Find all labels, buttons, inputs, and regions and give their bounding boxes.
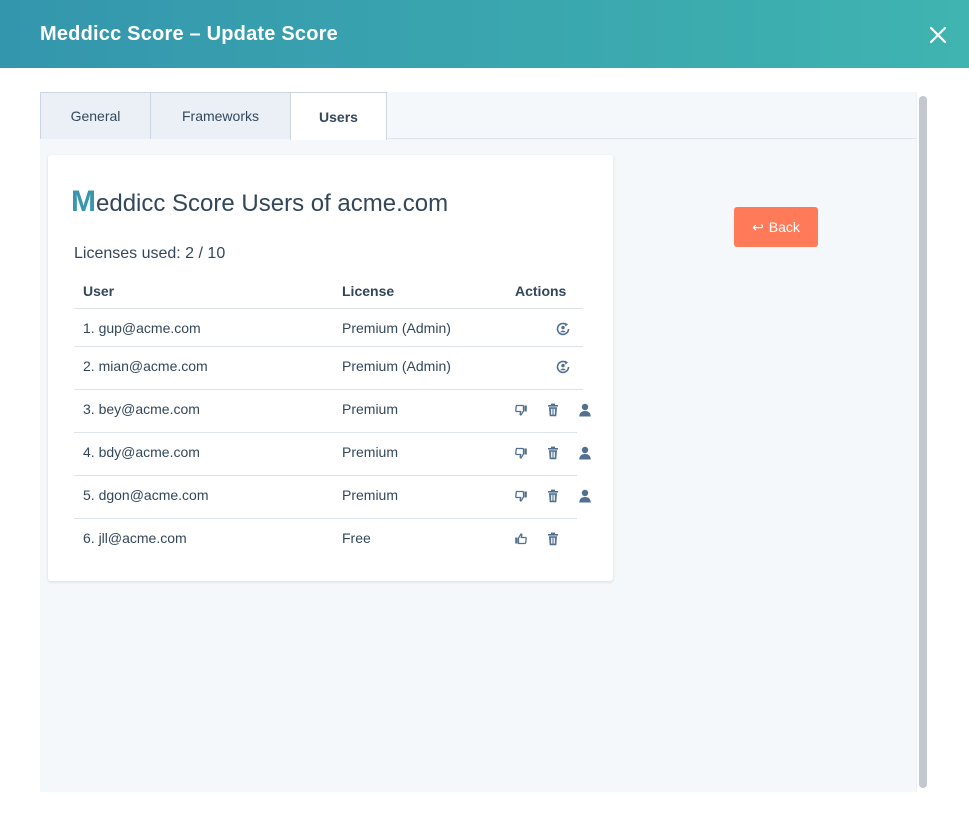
tab-divider <box>388 138 916 139</box>
user-email: 2. mian@acme.com <box>83 358 208 374</box>
column-header-user: User <box>83 283 115 299</box>
user-license: Premium <box>342 401 399 417</box>
user-license: Premium <box>342 444 399 460</box>
column-header-actions: Actions <box>515 283 567 299</box>
table-row: 2. mian@acme.com Premium (Admin) <box>74 347 583 390</box>
users-card: Meddicc Score Users of acme.com Licenses… <box>48 155 613 581</box>
table-row: 1. gup@acme.com Premium (Admin) <box>74 309 583 347</box>
user-license: Premium (Admin) <box>342 358 451 374</box>
trash-icon[interactable] <box>545 402 561 418</box>
switch-user-icon[interactable] <box>555 321 571 337</box>
table-row: 4. bdy@acme.com Premium <box>74 433 591 476</box>
back-button-label: Back <box>768 219 800 235</box>
table-row: 5. dgon@acme.com Premium <box>74 476 591 519</box>
user-email: 5. dgon@acme.com <box>83 487 209 503</box>
user-email: 3. bey@acme.com <box>83 401 200 417</box>
thumbs-down-icon[interactable] <box>513 445 529 461</box>
thumbs-down-icon[interactable] <box>513 488 529 504</box>
card-title: Meddicc Score Users of acme.com <box>71 185 448 219</box>
user-email: 6. jll@acme.com <box>83 530 187 546</box>
user-email: 1. gup@acme.com <box>83 320 201 336</box>
tab-frameworks[interactable]: Frameworks <box>150 92 291 139</box>
trash-icon[interactable] <box>545 445 561 461</box>
user-email: 4. bdy@acme.com <box>83 444 200 460</box>
users-table: User License Actions 1. gup@acme.com Pre… <box>74 277 591 562</box>
back-button[interactable]: ↩ Back <box>734 207 818 247</box>
tab-bar: General Frameworks Users <box>40 92 387 140</box>
switch-user-icon[interactable] <box>555 359 571 375</box>
user-icon[interactable] <box>577 488 593 504</box>
table-row: 6. jll@acme.com Free <box>74 519 583 562</box>
licenses-used: Licenses used: 2 / 10 <box>74 245 226 262</box>
close-icon <box>929 26 947 44</box>
thumbs-down-icon[interactable] <box>513 402 529 418</box>
tab-users[interactable]: Users <box>290 92 387 140</box>
dialog-header: Meddicc Score – Update Score <box>0 0 969 68</box>
user-license: Free <box>342 530 371 546</box>
dialog-title: Meddicc Score – Update Score <box>40 23 338 45</box>
table-header: User License Actions <box>74 277 583 309</box>
thumbs-up-icon[interactable] <box>513 531 529 547</box>
return-arrow-icon: ↩ <box>752 218 764 235</box>
close-button[interactable] <box>924 21 952 49</box>
scrollbar-thumb[interactable] <box>919 96 927 788</box>
trash-icon[interactable] <box>545 488 561 504</box>
user-license: Premium <box>342 487 399 503</box>
user-icon[interactable] <box>577 445 593 461</box>
trash-icon[interactable] <box>545 531 561 547</box>
user-icon[interactable] <box>577 402 593 418</box>
brand-initial: M <box>71 185 96 218</box>
card-title-text: eddicc Score Users of acme.com <box>96 190 449 217</box>
table-row: 3. bey@acme.com Premium <box>74 390 591 433</box>
user-license: Premium (Admin) <box>342 320 451 336</box>
column-header-license: License <box>342 283 395 299</box>
tab-general[interactable]: General <box>40 92 151 139</box>
